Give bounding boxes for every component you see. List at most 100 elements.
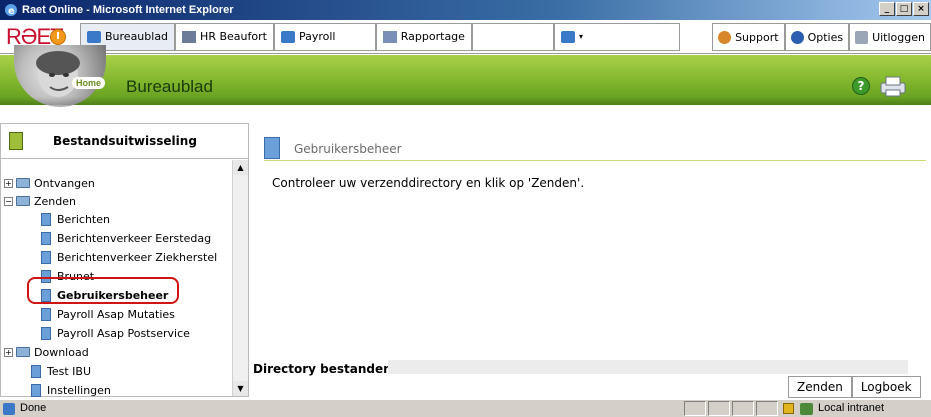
sidebar-item-label: Ontvangen — [34, 176, 95, 190]
status-cell — [684, 401, 706, 416]
status-cell — [756, 401, 778, 416]
expand-icon[interactable]: + — [4, 178, 13, 188]
selection-highlight — [27, 277, 179, 304]
sidebar-header: Bestandsuitwisseling — [1, 124, 248, 159]
folder-icon — [16, 347, 30, 357]
sidebar-item-zenden[interactable]: − Zenden — [4, 192, 76, 210]
page-icon — [264, 137, 280, 159]
sidebar-item-berichtenverkeer-ziekherstel[interactable]: Berichtenverkeer Ziekherstel — [41, 248, 217, 266]
book-icon — [280, 30, 295, 43]
sidebar-item-label: Zenden — [34, 194, 76, 208]
title-divider — [264, 160, 926, 161]
ie-icon: e — [4, 3, 18, 17]
instruction-text: Controleer uw verzenddirectory en klik o… — [272, 176, 585, 190]
status-cell — [732, 401, 754, 416]
sidebar-item-label: Berichtenverkeer Ziekherstel — [57, 250, 218, 264]
report-icon — [382, 30, 397, 43]
window-titlebar: e Raet Online - Microsoft Internet Explo… — [0, 0, 931, 20]
sidebar-item-label: Berichtenverkeer Eerstedag — [57, 231, 212, 245]
maximize-button[interactable]: □ — [896, 2, 912, 16]
sidebar-item-label: Berichten — [57, 212, 110, 226]
help-icon[interactable]: ? — [852, 77, 870, 95]
sidebar-item-label: Payroll Asap Mutaties — [57, 307, 175, 321]
page-icon — [41, 231, 51, 245]
action-buttons: Zenden Logboek — [788, 376, 921, 398]
sidebar-item-label: Instellingen — [47, 383, 111, 397]
app-toolbar: RƏET Bureaublad HR Beaufort Payroll Rapp… — [0, 20, 931, 54]
lock-icon — [783, 403, 794, 414]
sidebar-title: Bestandsuitwisseling — [53, 134, 197, 148]
support-label: Support — [735, 30, 779, 44]
band-shade — [0, 97, 931, 105]
sidebar-scrollbar[interactable]: ▲ ▼ — [232, 160, 248, 396]
scroll-up-icon[interactable]: ▲ — [233, 160, 248, 175]
sidebar-item-test-ibu[interactable]: Test IBU — [31, 362, 91, 380]
tab-payroll[interactable]: Payroll — [273, 22, 376, 51]
status-text: Done — [20, 402, 47, 414]
status-bar: Done Local intranet — [0, 399, 931, 417]
tab-label: Bureaublad — [105, 30, 169, 43]
page-icon — [41, 307, 51, 321]
minimize-button[interactable]: _ — [879, 2, 895, 16]
options-label: Opties — [807, 30, 844, 44]
tab-label: Payroll — [298, 30, 336, 43]
send-button[interactable]: Zenden — [788, 376, 852, 398]
header-band: Home Bureaublad ? — [0, 45, 931, 107]
collapse-icon[interactable]: − — [4, 196, 13, 206]
sidebar-item-payroll-asap-mutaties[interactable]: Payroll Asap Mutaties — [41, 305, 175, 323]
sidebar-item-ontvangen[interactable]: + Ontvangen — [4, 174, 95, 192]
zone-text: Local intranet — [818, 402, 885, 414]
sidebar-item-payroll-asap-postservice[interactable]: Payroll Asap Postservice — [41, 324, 190, 342]
svg-text:e: e — [8, 6, 15, 17]
document-icon — [9, 132, 23, 150]
tab-label: HR Beaufort — [200, 30, 267, 43]
status-cell — [708, 401, 730, 416]
sidebar-item-instellingen[interactable]: Instellingen — [31, 381, 111, 399]
options-button[interactable]: Opties — [784, 23, 850, 51]
window-title: Raet Online - Microsoft Internet Explore… — [22, 4, 234, 16]
directory-label: Directory bestanden: — [253, 362, 397, 376]
tab-rapportage[interactable]: Rapportage — [375, 22, 472, 51]
book-icon — [87, 30, 101, 43]
expand-icon[interactable]: + — [4, 347, 13, 357]
sidebar-item-label: Download — [34, 345, 89, 359]
tab-hr-beaufort[interactable]: HR Beaufort — [175, 22, 274, 51]
directory-field[interactable] — [388, 360, 908, 374]
home-button[interactable]: Home — [72, 77, 106, 89]
status-cells — [684, 401, 778, 416]
printer-icon[interactable] — [878, 75, 908, 97]
logout-button[interactable]: Uitloggen — [849, 23, 931, 51]
log-button[interactable]: Logboek — [851, 376, 921, 398]
folder-icon — [16, 196, 30, 206]
hr-icon — [182, 30, 197, 43]
sidebar-item-berichten[interactable]: Berichten — [41, 210, 110, 228]
gear-icon — [790, 30, 804, 44]
sidebar: Bestandsuitwisseling + Ontvangen − Zende… — [0, 123, 249, 397]
sidebar-item-download[interactable]: + Download — [4, 343, 89, 361]
page-title: Bureaublad — [126, 77, 213, 96]
logout-icon — [855, 30, 869, 44]
sidebar-item-label: Payroll Asap Postservice — [57, 326, 190, 340]
logout-label: Uitloggen — [872, 30, 925, 44]
intranet-icon — [800, 403, 813, 415]
tab-empty — [471, 22, 554, 51]
page-done-icon — [3, 403, 15, 415]
page-icon — [41, 212, 51, 226]
support-icon — [718, 30, 732, 44]
page-icon — [31, 364, 41, 378]
page-icon — [41, 250, 51, 264]
page-icon — [31, 383, 41, 397]
tab-label: Rapportage — [400, 30, 465, 43]
content-title: Gebruikersbeheer — [294, 142, 402, 156]
close-button[interactable]: × — [913, 2, 929, 16]
power-icon[interactable] — [50, 28, 66, 45]
support-button[interactable]: Support — [712, 23, 785, 51]
tab-more-dropdown[interactable]: ▾ — [553, 22, 680, 51]
folder-icon — [16, 178, 30, 188]
chevron-down-icon: ▾ — [578, 32, 583, 41]
sidebar-item-label: Test IBU — [47, 364, 91, 378]
page-icon — [41, 326, 51, 340]
scroll-down-icon[interactable]: ▼ — [233, 381, 248, 396]
sidebar-item-berichtenverkeer-eerstedag[interactable]: Berichtenverkeer Eerstedag — [41, 229, 211, 247]
book-icon — [560, 30, 575, 43]
